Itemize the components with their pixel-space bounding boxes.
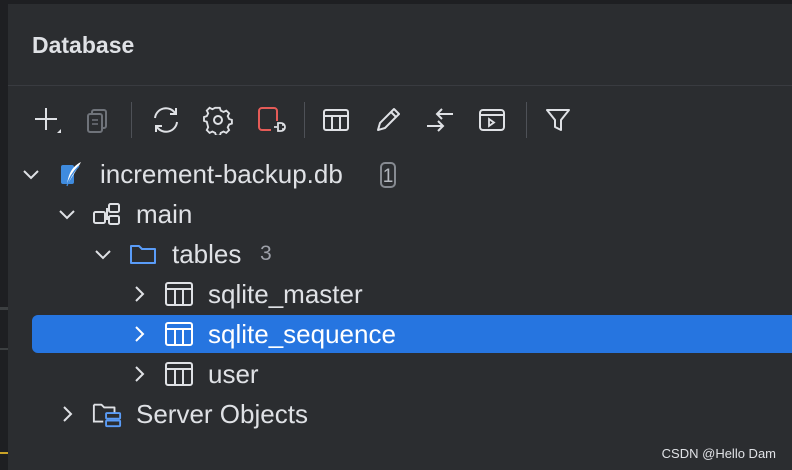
chevron-down-icon[interactable]	[21, 164, 41, 184]
add-icon	[29, 103, 63, 137]
settings-button[interactable]	[198, 98, 238, 142]
tree-row-table[interactable]: user	[0, 354, 792, 394]
folder-icon	[128, 239, 158, 269]
arrows-icon	[423, 103, 457, 137]
database-label: increment-backup.db	[100, 159, 343, 189]
tables-count: 3	[260, 242, 272, 265]
table-icon	[321, 105, 351, 135]
schema-label: main	[136, 199, 193, 229]
table-label: sqlite_sequence	[208, 319, 396, 349]
toolbar	[26, 98, 792, 142]
pencil-icon	[373, 105, 403, 135]
duplicate-button[interactable]	[78, 98, 118, 142]
watermark: CSDN @Hello Dam	[661, 446, 776, 461]
table-icon	[164, 279, 194, 309]
filter-icon	[543, 105, 573, 135]
chevron-down-icon[interactable]	[57, 204, 77, 224]
refresh-icon	[149, 103, 183, 137]
console-button[interactable]	[472, 98, 512, 142]
jump-button[interactable]	[420, 98, 460, 142]
add-button[interactable]	[26, 98, 66, 142]
chevron-down-icon[interactable]	[93, 244, 113, 264]
tree-row-table-selected[interactable]: sqlite_sequence	[0, 314, 792, 354]
connection-count-badge: 1	[380, 162, 396, 188]
table-icon	[164, 359, 194, 389]
toolbar-separator	[131, 102, 132, 138]
table-view-button[interactable]	[316, 98, 356, 142]
chevron-right-icon[interactable]	[129, 324, 149, 344]
console-icon	[477, 105, 507, 135]
toolbar-separator	[526, 102, 527, 138]
refresh-button[interactable]	[146, 98, 186, 142]
server-objects-folder-icon	[92, 399, 122, 429]
filter-button[interactable]	[538, 98, 578, 142]
chevron-right-icon[interactable]	[129, 364, 149, 384]
server-objects-label: Server Objects	[136, 399, 308, 429]
chevron-right-icon[interactable]	[129, 284, 149, 304]
edit-button[interactable]	[368, 98, 408, 142]
tree-row-server-objects[interactable]: Server Objects	[0, 394, 792, 434]
tree-row-tables-folder[interactable]: tables 3	[0, 234, 792, 274]
tree-row-database[interactable]: increment-backup.db 1	[0, 154, 792, 194]
table-icon	[164, 319, 194, 349]
table-label: user	[208, 359, 259, 389]
disconnect-button[interactable]	[250, 98, 290, 142]
tree-row-table[interactable]: sqlite_master	[0, 274, 792, 314]
tree-row-schema[interactable]: main	[0, 194, 792, 234]
chevron-right-icon[interactable]	[57, 404, 77, 424]
tables-folder-label: tables	[172, 239, 242, 269]
header-divider	[8, 85, 792, 86]
panel-title: Database	[32, 32, 135, 58]
schema-icon	[92, 199, 122, 229]
gear-icon	[203, 105, 233, 135]
disconnect-icon	[253, 103, 287, 137]
toolbar-separator	[304, 102, 305, 138]
table-label: sqlite_master	[208, 279, 363, 309]
duplicate-icon	[84, 106, 112, 134]
sqlite-feather-icon	[56, 159, 86, 189]
